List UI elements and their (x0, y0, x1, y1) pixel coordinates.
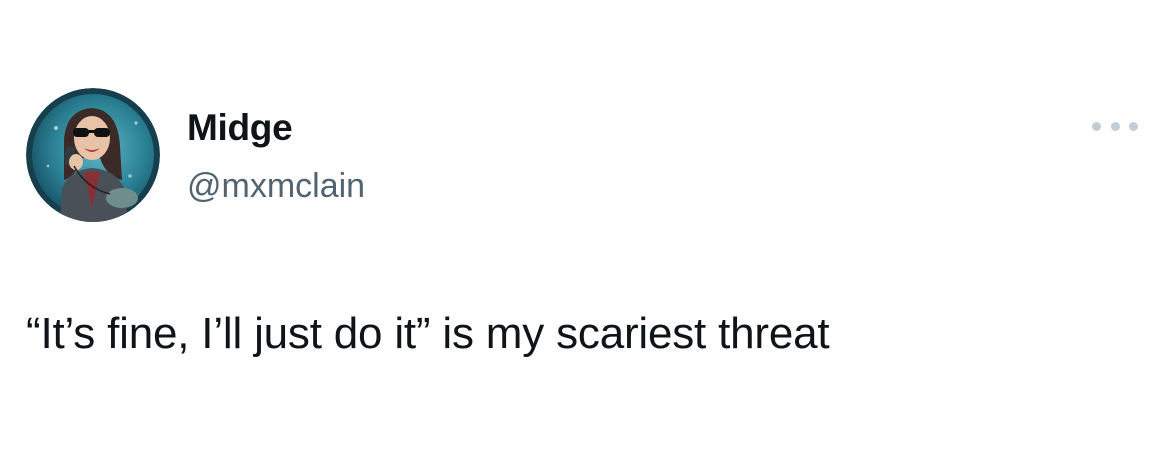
more-options-icon (1110, 121, 1120, 131)
more-options-icon (1092, 121, 1101, 131)
avatar[interactable] (26, 88, 160, 222)
display-name[interactable]: Midge (187, 104, 293, 152)
tweet-card: Midge @mxmclain “It’s fine, I’ll just do… (0, 0, 1170, 474)
user-handle[interactable]: @mxmclain (187, 164, 365, 208)
user-avatar-image (26, 88, 160, 222)
tweet-text: “It’s fine, I’ll just do it” is my scari… (26, 309, 830, 358)
more-options-button[interactable] (1092, 116, 1138, 136)
more-options-icon (1129, 121, 1138, 131)
